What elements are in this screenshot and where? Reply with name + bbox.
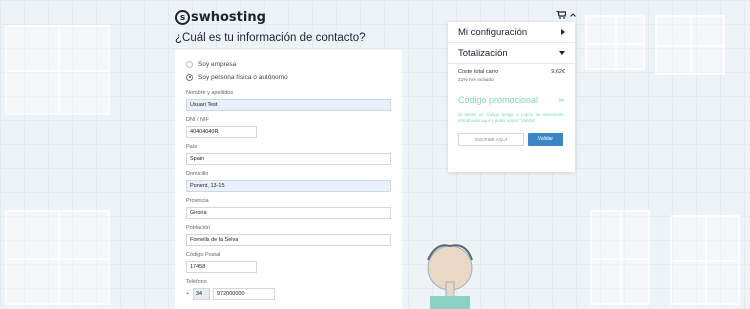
phone-plus-sign: + [186,291,190,297]
dni-field[interactable]: 40404040R [186,126,257,138]
radio-company[interactable]: Soy empresa [186,60,391,68]
total-toggle[interactable]: Totalización [448,43,575,64]
promo-code-input[interactable]: ESCRIBE AQUÍ [458,133,524,146]
phone-label: Teléfono [186,279,207,285]
scissors-icon: ✂ [558,95,565,105]
total-title: Totalización [458,47,508,59]
address-field[interactable]: Ponent, 13-15 [186,180,391,192]
country-label: País [186,144,198,150]
illustration-person-icon [427,244,473,309]
promo-text: Si tienes un código amigo o cupón de des… [458,112,565,123]
postal-label: Código Postal [186,252,221,258]
radio-button[interactable] [186,60,193,68]
cost-label: Coste total carro [458,69,499,75]
city-label: Población [186,225,211,231]
country-select[interactable]: Spain [186,153,391,165]
phone-row: + 34 972000000 [186,288,391,300]
background-window [670,215,740,305]
config-toggle[interactable]: Mi configuración [448,22,575,43]
background-window [655,15,725,75]
logo-text: swhosting [191,10,266,25]
background-window [5,210,110,305]
dni-label: DNI / NIF [186,117,209,123]
shopping-cart-icon [556,11,566,19]
radio-individual[interactable]: Soy persona física o autónomo [186,73,391,81]
name-field[interactable]: Usuari Test [186,99,391,111]
validate-button[interactable]: Validar [528,133,563,146]
background-window [590,210,650,305]
background-window [585,15,645,70]
name-label: Nombre y apellidos [186,90,234,96]
promo-title: Código promocional [458,95,539,105]
config-title: Mi configuración [458,26,528,38]
promo-form: ESCRIBE AQUÍ Validar [448,124,575,146]
logo[interactable]: s swhosting [175,10,266,25]
radio-label: Soy empresa [198,60,237,68]
province-label: Provincia [186,198,209,204]
postal-field[interactable]: 17458 [186,261,257,273]
cost-row: Coste total carro 9,62€ [448,64,575,75]
phone-field[interactable]: 972000000 [213,288,275,300]
radio-label: Soy persona física o autónomo [198,73,288,81]
order-summary: Mi configuración Totalización Coste tota… [448,22,575,172]
logo-mark-icon: s [175,10,190,25]
address-label: Domicilio [186,171,209,177]
cart-menu[interactable] [556,11,576,19]
page-title: ¿Cuál es tu información de contacto? [175,32,366,44]
background-window [5,25,110,115]
iva-note: 21% IVA incluido [458,78,494,83]
arrow-right-icon [561,29,565,35]
phone-prefix-field[interactable]: 34 [193,288,210,300]
chevron-up-icon [570,13,576,17]
contact-form: Soy empresa Soy persona física o autónom… [175,50,402,309]
cost-value: 9,62€ [551,69,565,75]
promo-header: Código promocional ✂ [448,83,575,105]
city-field[interactable]: Fornells de la Selva [186,234,391,246]
arrow-down-icon [559,51,565,55]
radio-button-selected[interactable] [186,73,193,81]
province-field[interactable]: Girona [186,207,391,219]
